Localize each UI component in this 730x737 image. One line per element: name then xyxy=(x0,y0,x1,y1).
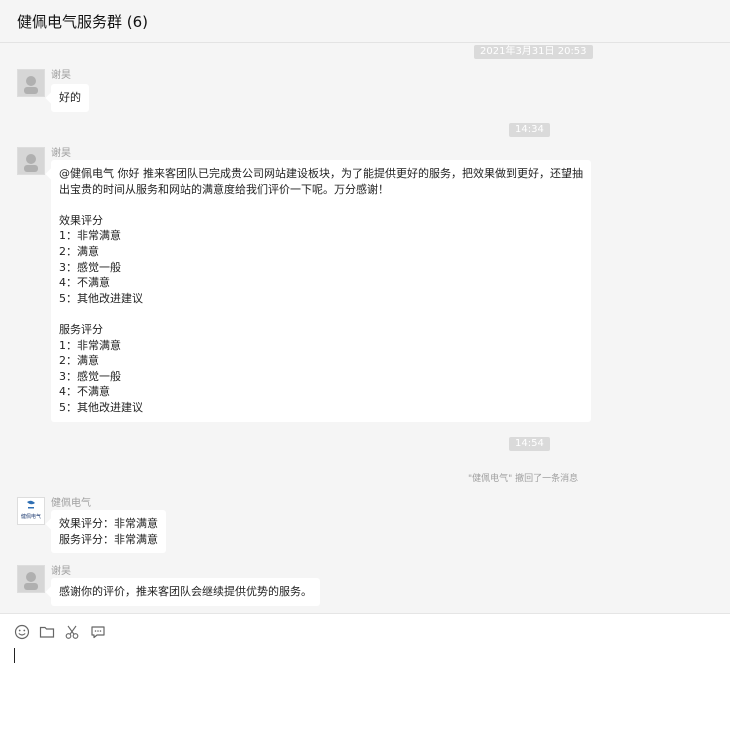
avatar[interactable] xyxy=(17,565,45,593)
sender-name: 谢昊 xyxy=(51,148,71,159)
text-cursor[interactable] xyxy=(14,648,15,663)
sender-name: 健佩电气 xyxy=(51,498,91,509)
logo-text: 健佩电气 xyxy=(20,514,41,520)
message-list[interactable]: 2021年3月31日 20:53 谢昊 好的 14:34 谢昊 @健佩电气 你好… xyxy=(0,43,730,613)
timestamp: 14:34 xyxy=(509,123,550,137)
folder-icon[interactable] xyxy=(38,623,56,641)
chat-bubble-icon[interactable] xyxy=(89,623,107,641)
user-avatar-icon xyxy=(18,566,44,592)
avatar[interactable] xyxy=(17,69,45,97)
user-avatar-icon xyxy=(18,70,44,96)
user-avatar-icon xyxy=(18,148,44,174)
scissors-icon[interactable] xyxy=(63,623,81,641)
message-bubble[interactable]: 好的 xyxy=(51,84,89,112)
company-logo-icon xyxy=(18,498,44,524)
timestamp: 14:54 xyxy=(509,437,550,451)
timestamp: 2021年3月31日 20:53 xyxy=(474,45,593,59)
recall-notice: "健佩电气" 撤回了一条消息 xyxy=(468,474,579,484)
chat-title: 健佩电气服务群 (6) xyxy=(17,13,149,31)
message-bubble[interactable]: @健佩电气 你好 推来客团队已完成贵公司网站建设板块，为了能提供更好的服务，把效… xyxy=(51,160,591,422)
message-bubble[interactable]: 感谢你的评价，推来客团队会继续提供优势的服务。 xyxy=(51,578,320,606)
emoji-icon[interactable] xyxy=(13,623,31,641)
avatar[interactable]: 健佩电气 xyxy=(17,497,45,525)
message-input-area[interactable] xyxy=(0,613,730,737)
avatar[interactable] xyxy=(17,147,45,175)
sender-name: 谢昊 xyxy=(51,70,71,81)
message-bubble[interactable]: 效果评分：非常满意 服务评分：非常满意 xyxy=(51,510,166,554)
chat-header: 健佩电气服务群 (6) xyxy=(0,0,730,43)
sender-name: 谢昊 xyxy=(51,566,71,577)
